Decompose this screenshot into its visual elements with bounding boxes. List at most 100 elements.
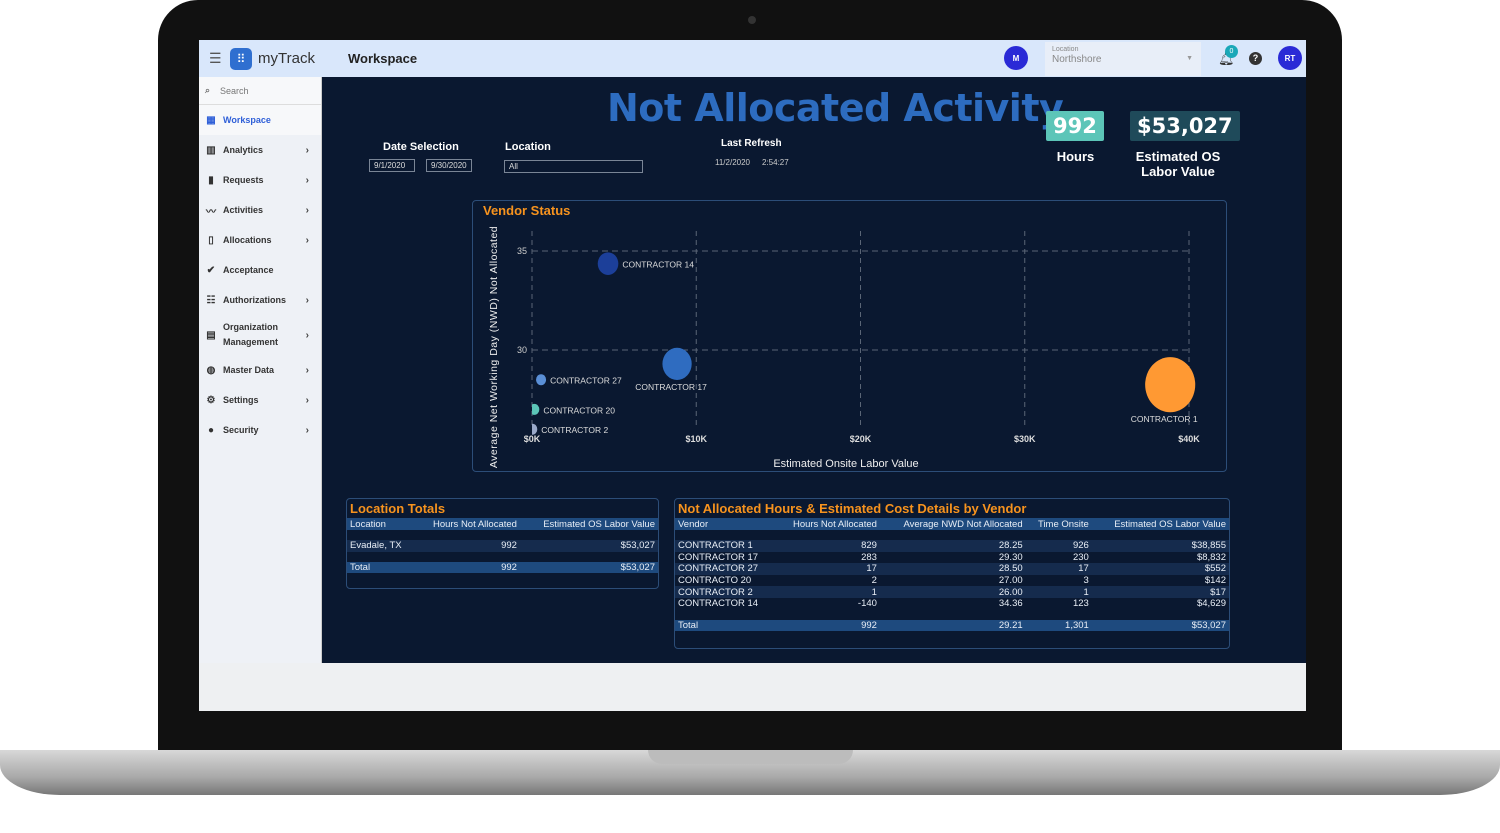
table-cell: $8,832 [1196, 551, 1226, 563]
column-header[interactable]: Estimated OS Labor Value [1091, 518, 1229, 530]
column-header[interactable]: Average NWD Not Allocated [879, 518, 1026, 530]
date-start-input[interactable]: 9/1/2020 [369, 159, 415, 172]
table-cell: 123 [1072, 598, 1089, 610]
x-axis-label: Estimated Onsite Labor Value [773, 458, 918, 470]
top-header: ☰ ⠿ myTrack Workspace M Location Northsh… [199, 40, 1306, 77]
table-cell: 17 [1025, 563, 1092, 575]
y-axis-label: Average Net Working Day (NWD) Not Alloca… [488, 226, 500, 468]
table-cell: CONTRACTOR 2 [675, 586, 776, 598]
table-cell: 926 [1025, 540, 1092, 552]
total-cell: $53,027 [1091, 619, 1229, 632]
kpi-hours-value: 992 [1046, 111, 1104, 141]
sidebar-item-label: Activities [223, 205, 264, 215]
bubble-label: CONTRACTOR 17 [635, 382, 707, 392]
camera [748, 16, 756, 24]
table-cell: 29.30 [998, 551, 1023, 563]
bubble-point[interactable] [662, 347, 692, 380]
table-cell: CONTRACTO 20 [678, 575, 752, 587]
logo-icon: ⠿ [230, 47, 252, 70]
location-totals-title: Location Totals [350, 501, 446, 516]
sidebar-item-label: Workspace [223, 115, 271, 125]
sidebar-item-authorizations[interactable]: ☷ Authorizations › [199, 285, 321, 315]
table-cell: 28.25 [879, 540, 1026, 552]
bubble-point[interactable] [1145, 357, 1196, 413]
table-row[interactable]: CONTRACTOR 17 283 29.30 230 $8,832 [675, 552, 1229, 564]
user-avatar[interactable]: RT [1278, 46, 1302, 70]
chevron-right-icon: › [305, 424, 309, 436]
table-cell: 1 [775, 586, 880, 598]
sidebar: ⌕ Search ▦ Workspace ▥ Analytics › ▮ Requests… [199, 77, 322, 663]
bubble-point[interactable] [597, 252, 619, 275]
menu-icon[interactable]: ☰ [209, 50, 225, 67]
location-select[interactable]: Location Northshore ▼ [1045, 42, 1201, 76]
sidebar-item-master-data[interactable]: ◍ Master Data › [199, 355, 321, 385]
sidebar-item-analytics[interactable]: ▥ Analytics › [199, 135, 321, 165]
sidebar-item-acceptance[interactable]: ✔ Acceptance [199, 255, 321, 285]
location-totals-panel: Location Totals Location Hours Not Alloca… [346, 498, 659, 589]
table-cell: 829 [775, 540, 880, 552]
table-cell: 17 [775, 563, 880, 575]
bubble-chart: $0K $10K $20K $30K $40K 30 35 Estimated Onsite … [488, 226, 1200, 470]
sidebar-item-allocations[interactable]: ▯ Allocations › [199, 225, 321, 255]
bubble-label: CONTRACTOR 20 [543, 405, 615, 415]
chevron-right-icon: › [305, 294, 309, 306]
checklist-icon: ☷ [206, 294, 216, 306]
sidebar-item-organization-management[interactable]: ▤ Organization Management › [199, 315, 321, 355]
column-header[interactable]: Estimated OS Labor Value [519, 518, 658, 530]
table-cell: 34.36 [998, 598, 1023, 610]
column-header[interactable]: Hours Not Allocated [414, 518, 520, 530]
dashboard: Not Allocated Activity Date Selection 9/… [322, 77, 1306, 663]
total-cell: Total [347, 561, 415, 574]
x-tick-label: $20K [850, 434, 872, 444]
table-row[interactable]: CONTRACTO 20 2 27.00 3 $142 [675, 575, 1229, 587]
table-cell: $17 [1091, 586, 1229, 598]
dashboard-icon: ▦ [206, 114, 216, 126]
table-cell: 28.50 [879, 563, 1026, 575]
laptop-notch [648, 750, 853, 764]
search-placeholder: Search [220, 85, 249, 96]
page-title: Workspace [348, 51, 418, 66]
table-cell: $552 [1091, 563, 1229, 575]
sidebar-item-security[interactable]: ● Security › [199, 415, 321, 445]
vendor-status-chart: Vendor Status $0K $10K $20K $30K $40K 30 35 Est… [472, 200, 1227, 472]
column-header[interactable]: Vendor [675, 518, 776, 530]
sidebar-item-label: Acceptance [223, 265, 274, 275]
chevron-right-icon: › [305, 364, 309, 376]
total-cell: 992 [775, 619, 880, 632]
total-cell: 1,301 [1025, 619, 1092, 632]
total-row: Total 992 $53,027 [347, 561, 658, 574]
location-select-label: Location [1052, 46, 1079, 53]
location-select-value: Northshore [1052, 54, 1102, 65]
table-row[interactable]: Evadale, TX 992 $53,027 [347, 540, 658, 552]
sidebar-item-requests[interactable]: ▮ Requests › [199, 165, 321, 195]
search-input[interactable]: ⌕ Search [199, 77, 321, 105]
brand-name: myTrack [258, 50, 315, 67]
sidebar-item-settings[interactable]: ⚙ Settings › [199, 385, 321, 415]
column-header[interactable]: Hours Not Allocated [775, 518, 880, 530]
table-row[interactable]: CONTRACTOR 27 17 28.50 17 $552 [675, 563, 1229, 575]
column-header[interactable]: Time Onsite [1025, 518, 1092, 530]
user-avatar-m[interactable]: M [1004, 46, 1028, 70]
bubble-point[interactable] [536, 374, 547, 386]
sidebar-item-workspace[interactable]: ▦ Workspace [199, 105, 321, 135]
table-row[interactable]: CONTRACTOR 1 829 28.25 926 $38,855 [675, 540, 1229, 552]
sidebar-item-activities[interactable]: 〰 Activities › [199, 195, 321, 225]
kpi-value-label: Estimated OS Labor Value [1135, 149, 1221, 179]
chevron-right-icon: › [305, 394, 309, 406]
table-cell: 230 [1072, 551, 1089, 563]
date-selection-label: Date Selection [383, 141, 459, 153]
sidebar-item-label: Analytics [223, 145, 264, 155]
date-end-input[interactable]: 9/30/2020 [426, 159, 472, 172]
clipboard-icon: ▯ [208, 234, 214, 246]
table-row[interactable]: CONTRACTOR 14 -140 34.36 123 $4,629 [675, 598, 1229, 610]
table-row[interactable]: CONTRACTOR 2 1 26.00 1 $17 [675, 586, 1229, 598]
chevron-right-icon: › [305, 204, 309, 216]
bubble-point[interactable] [529, 403, 540, 415]
location-filter-input[interactable]: All [504, 160, 643, 173]
table-cell: 1 [1025, 586, 1092, 598]
total-cell: $53,027 [519, 561, 658, 574]
help-icon[interactable]: ? [1249, 52, 1262, 65]
sidebar-item-label: Allocations [223, 235, 272, 245]
table-cell: CONTRACTOR 17 [678, 551, 759, 563]
column-header[interactable]: Location [347, 518, 415, 530]
